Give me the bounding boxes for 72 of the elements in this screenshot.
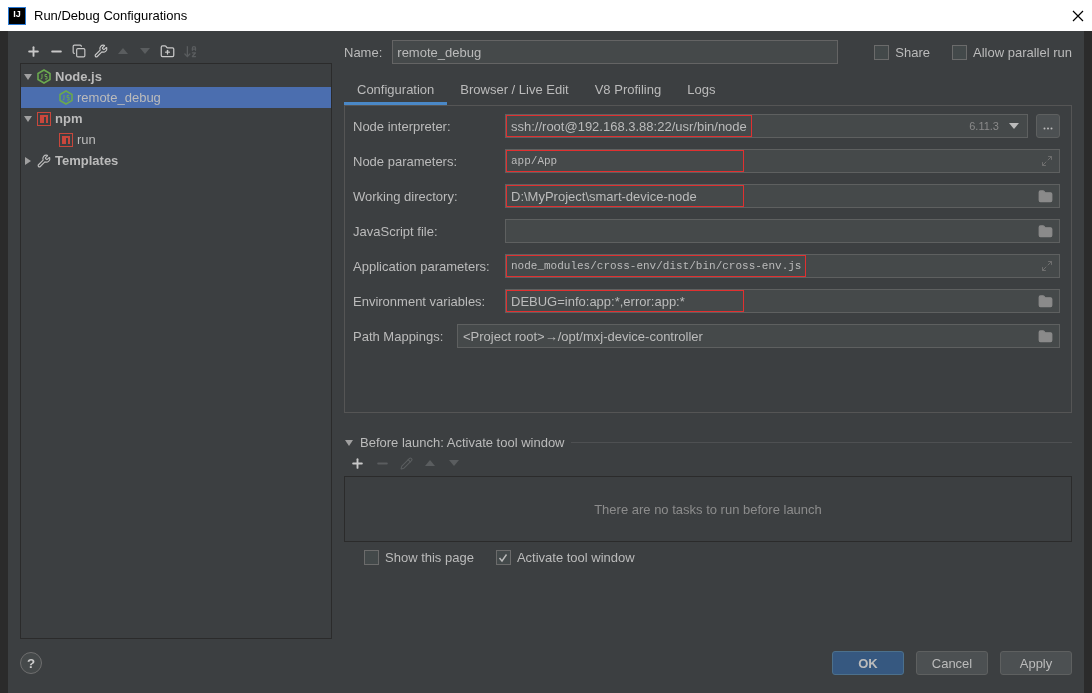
checkbox[interactable] <box>495 550 511 565</box>
section-title: Before launch: Activate tool window <box>360 435 565 450</box>
field-value: node_modules/cross-env/dist/bin/cross-env.js <box>506 255 807 277</box>
dialog-button[interactable]: Apply <box>1000 651 1072 675</box>
folder-icon[interactable] <box>1038 188 1053 204</box>
field-label: Node interpreter: <box>353 118 452 134</box>
dialog-button[interactable]: OK <box>832 651 904 675</box>
input-field[interactable]: <Project root>→/opt/mxj-device-controller <box>457 324 1060 348</box>
npm-icon <box>59 132 73 147</box>
tree-item[interactable]: Node.js <box>21 66 331 87</box>
wrench-icon <box>37 153 51 168</box>
tree-item[interactable]: run <box>21 129 331 150</box>
field-value: ssh://root@192.168.3.88:22/usr/bin/node <box>506 115 752 137</box>
field-value: D:\MyProject\smart-device-node <box>506 185 744 207</box>
version-text: 6.11.3 <box>969 120 999 132</box>
hexagon-icon <box>37 69 51 84</box>
tree-item[interactable]: Templates <box>21 150 331 171</box>
hexagon-icon <box>59 90 73 105</box>
folder-plus-icon[interactable] <box>160 43 175 59</box>
npm-icon <box>37 111 51 126</box>
field-value: app/App <box>506 150 744 172</box>
expanded-icon[interactable] <box>23 71 33 82</box>
expand-icon[interactable] <box>1041 260 1053 272</box>
name-field[interactable]: remote_debug <box>392 40 839 64</box>
expanded-icon[interactable] <box>344 437 354 448</box>
checkbox[interactable] <box>874 44 890 60</box>
checkbox[interactable] <box>364 550 379 565</box>
tree-item[interactable]: remote_debug <box>21 87 331 108</box>
tab[interactable]: Logs <box>674 77 729 105</box>
input-field[interactable] <box>505 219 1060 243</box>
checkmark-icon <box>498 552 509 563</box>
add-icon[interactable] <box>26 43 41 59</box>
checkbox-label: Share <box>895 44 930 60</box>
tab[interactable]: V8 Profiling <box>581 77 675 105</box>
expand-icon[interactable] <box>1041 155 1053 167</box>
field-label: Environment variables: <box>353 293 487 309</box>
checkbox[interactable] <box>952 44 967 60</box>
input-field[interactable]: app/App <box>505 149 1060 173</box>
close-icon[interactable] <box>1072 9 1084 22</box>
field-label: Path Mappings: <box>353 328 445 344</box>
field-label: JavaScript file: <box>353 223 439 239</box>
window-title: Run/Debug Configurations <box>34 8 189 23</box>
field-label: Node parameters: <box>353 153 459 169</box>
ellipsis-icon <box>1043 127 1053 130</box>
help-button[interactable]: ? <box>20 652 42 674</box>
folder-icon[interactable] <box>1038 223 1053 239</box>
checkbox-label: Activate tool window <box>516 550 635 565</box>
folder-icon[interactable] <box>1038 293 1053 309</box>
empty-message: There are no tasks to run before launch <box>594 501 822 517</box>
wrench-icon[interactable] <box>94 44 108 58</box>
collapsed-icon[interactable] <box>23 155 33 166</box>
tab[interactable]: Configuration <box>344 77 448 105</box>
field-value: DEBUG=info:app:*,error:app:* <box>506 290 744 312</box>
field-value: <Project root>→/opt/mxj-device-controller <box>462 327 704 346</box>
name-label: Name: <box>344 44 383 60</box>
folder-icon[interactable] <box>1038 328 1053 344</box>
copy-icon[interactable] <box>72 44 86 58</box>
browse-button[interactable] <box>1036 114 1060 138</box>
input-field[interactable]: ssh://root@192.168.3.88:22/usr/bin/node 6.11.3 <box>505 114 1028 138</box>
tab[interactable]: Browser / Live Edit <box>447 77 582 105</box>
checkbox-label: Show this page <box>385 550 474 565</box>
input-field[interactable]: node_modules/cross-env/dist/bin/cross-env.js <box>505 254 1060 278</box>
add-icon[interactable] <box>350 455 365 471</box>
input-field[interactable]: D:\MyProject\smart-device-node <box>505 184 1060 208</box>
field-label: Working directory: <box>353 188 459 204</box>
checkbox-label: Allow parallel run <box>973 44 1072 60</box>
app-logo: IJ <box>8 6 26 25</box>
tree-item[interactable]: npm <box>21 108 331 129</box>
dialog-button[interactable]: Cancel <box>916 651 988 675</box>
expanded-icon[interactable] <box>23 113 33 124</box>
field-label: Application parameters: <box>353 258 491 274</box>
input-field[interactable]: DEBUG=info:app:*,error:app:* <box>505 289 1060 313</box>
